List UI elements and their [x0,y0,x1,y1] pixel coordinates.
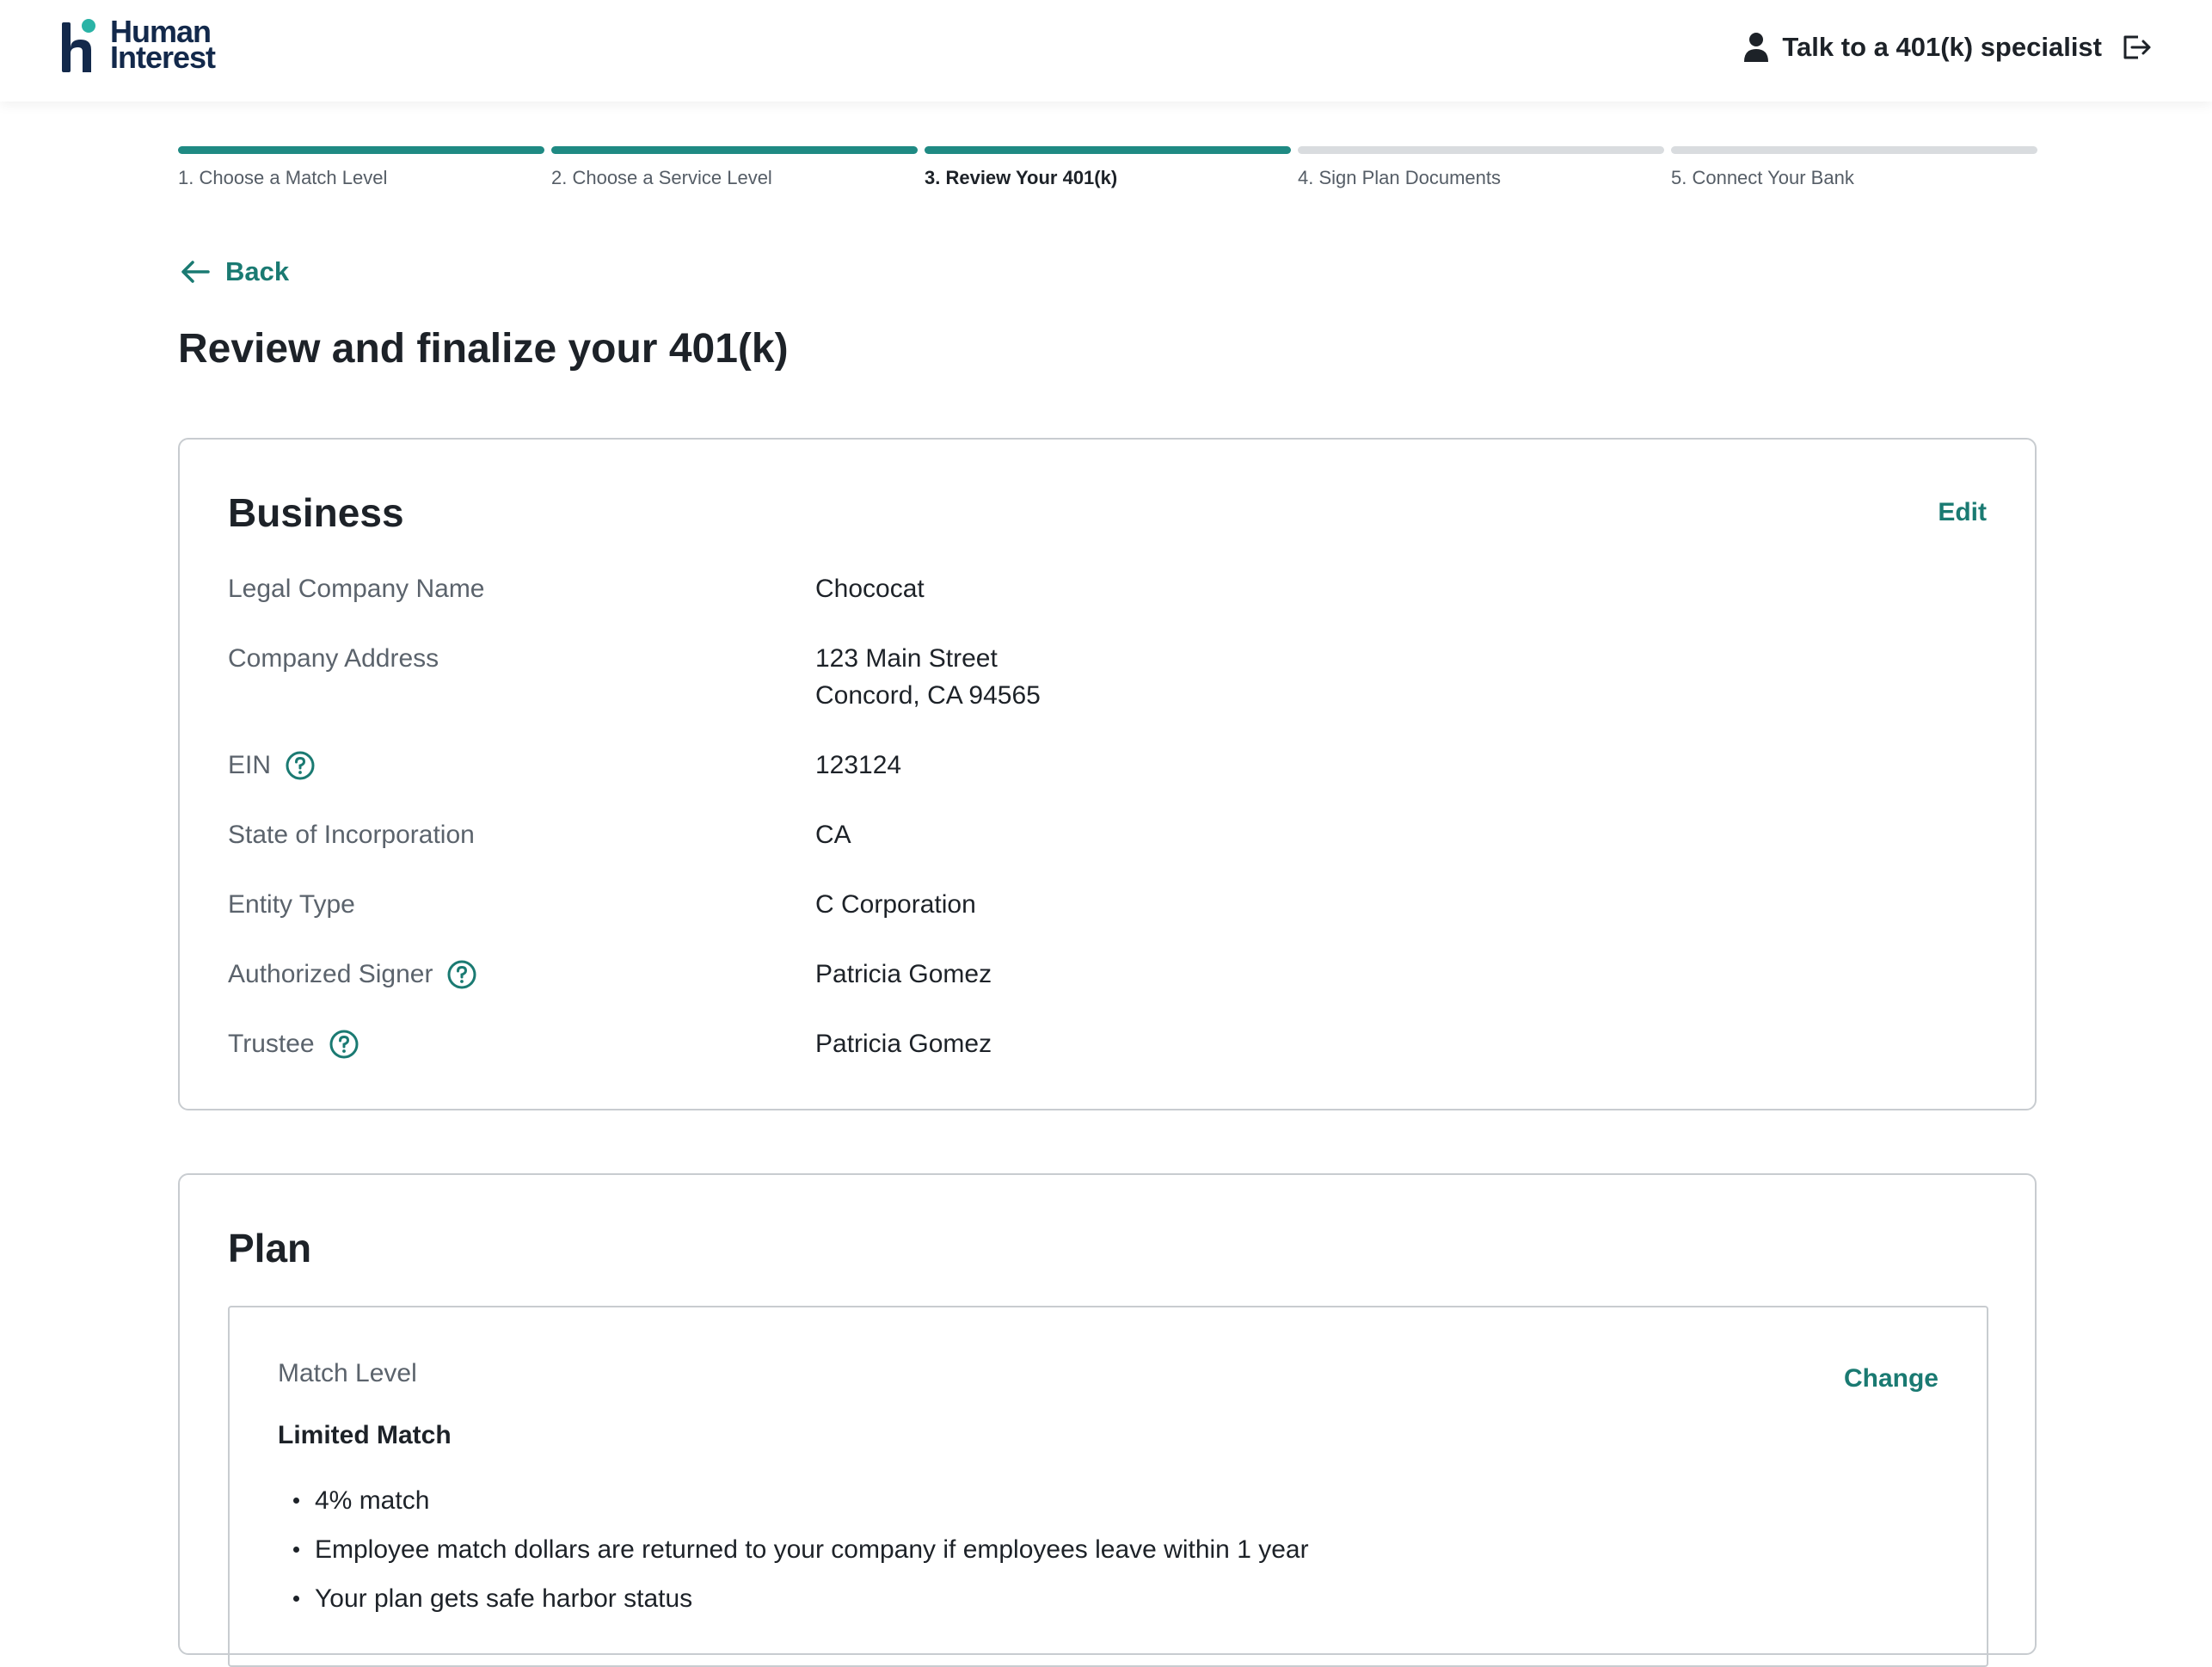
address-line1: 123 Main Street [815,644,998,673]
specialist-label: Talk to a 401(k) specialist [1782,32,2102,62]
list-item-text: Your plan gets safe harbor status [315,1584,693,1613]
step-1: 1. Choose a Match Level [178,146,544,189]
help-icon[interactable] [329,1029,359,1060]
top-header: Human Interest Talk to a 401(k) speciali… [0,0,2212,101]
logo-line2: Interest [110,40,216,75]
bullet-dot [293,1596,299,1602]
sign-out-icon[interactable] [2121,32,2152,63]
step-5: 5. Connect Your Bank [1671,146,2037,189]
list-item: Employee match dollars are returned to y… [278,1525,1309,1574]
step-3: 3. Review Your 401(k) [925,146,1291,189]
step-2: 2. Choose a Service Level [551,146,918,189]
help-icon[interactable] [446,959,477,990]
row-label-wrap: Trustee [228,1025,359,1062]
person-icon [1744,33,1769,62]
human-interest-logo[interactable]: Human Interest [60,16,216,75]
row-value: 123 Main Street Concord, CA 94565 [815,640,1041,714]
business-card: Business Edit Legal Company Name Chococa… [178,438,2037,1110]
step-label: 3. Review Your 401(k) [925,167,1118,188]
back-label: Back [225,256,290,286]
change-match-level-button[interactable]: Change [1844,1364,1939,1393]
list-item-text: 4% match [315,1486,430,1515]
row-value: Patricia Gomez [815,1030,992,1058]
row-label: State of Incorporation [228,821,475,849]
logo-mark-icon [62,19,95,72]
list-item: Your plan gets safe harbor status [278,1574,1309,1623]
row-label: Trustee [228,1030,315,1058]
row-label: Company Address [228,644,439,673]
row-label: EIN [228,751,272,779]
step-label: 5. Connect Your Bank [1671,167,1854,188]
bullet-dot [293,1547,299,1553]
row-label: Authorized Signer [228,960,433,988]
plan-card: Plan Match Level Change Limited Match 4%… [178,1173,2037,1667]
step-bar [178,146,544,154]
row-value: CA [815,821,851,849]
step-bar [551,146,918,154]
step-label: 4. Sign Plan Documents [1298,167,1502,188]
step-label: 2. Choose a Service Level [551,167,772,188]
step-bar [925,146,1291,154]
edit-business-button[interactable]: Edit [1938,498,1987,527]
row-label: Legal Company Name [228,575,485,603]
page-title: Review and finalize your 401(k) [178,326,789,372]
row-value: Chococat [815,575,925,603]
logo-text: Human Interest [110,16,216,75]
row-label: Entity Type [228,890,355,919]
back-button[interactable]: Back [181,256,289,287]
talk-to-specialist-link[interactable]: Talk to a 401(k) specialist [1742,26,2152,69]
plan-title: Plan [228,1226,312,1270]
arrow-left-icon [181,261,210,283]
row-value: 123124 [815,751,902,779]
step-bar [1298,146,1664,154]
address-line2: Concord, CA 94565 [815,681,1041,710]
business-title: Business [228,490,404,535]
row-value: Patricia Gomez [815,960,992,988]
step-bar [1671,146,2037,154]
list-item: 4% match [278,1476,1309,1525]
bullet-dot [293,1498,299,1504]
match-details-list: 4% match Employee match dollars are retu… [278,1476,1309,1623]
step-label: 1. Choose a Match Level [178,167,388,188]
step-4: 4. Sign Plan Documents [1298,146,1664,189]
match-level-label: Match Level [278,1359,417,1387]
list-item-text: Employee match dollars are returned to y… [315,1535,1309,1564]
row-label-wrap: Authorized Signer [228,956,477,993]
row-label-wrap: EIN [228,747,316,784]
row-value: C Corporation [815,890,976,919]
help-icon[interactable] [285,750,316,781]
progress-stepper: 1. Choose a Match Level 2. Choose a Serv… [178,146,2037,189]
match-level-title: Limited Match [278,1421,452,1449]
match-level-card: Match Level Change Limited Match 4% matc… [228,1306,1988,1667]
